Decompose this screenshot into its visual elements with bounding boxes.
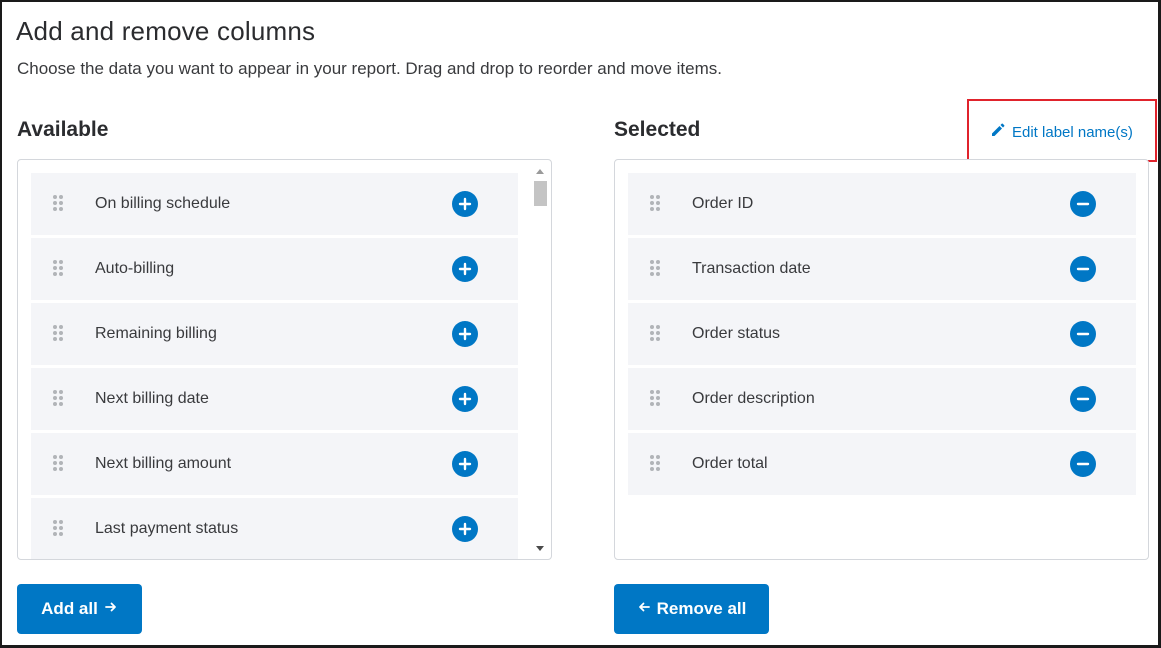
list-item[interactable]: Transaction date: [628, 238, 1136, 300]
list-item-label: Order ID: [692, 195, 754, 212]
plus-icon: [458, 197, 472, 211]
drag-handle-icon[interactable]: [650, 195, 662, 213]
available-scrollbar[interactable]: [532, 162, 549, 558]
list-item-label: On billing schedule: [95, 195, 231, 212]
edit-label-names-link[interactable]: Edit label name(s): [990, 122, 1133, 142]
list-item-label: Next billing date: [95, 390, 209, 407]
remove-item-button[interactable]: [1070, 191, 1096, 217]
drag-handle-icon[interactable]: [53, 520, 65, 538]
list-item-label: Transaction date: [692, 260, 811, 277]
minus-icon: [1076, 197, 1090, 211]
available-heading: Available: [17, 118, 109, 141]
list-item-label: Next billing amount: [95, 455, 232, 472]
drag-handle-icon[interactable]: [53, 260, 65, 278]
drag-handle-icon[interactable]: [53, 325, 65, 343]
drag-handle-icon[interactable]: [53, 195, 65, 213]
add-item-button[interactable]: [452, 516, 478, 542]
remove-all-button[interactable]: Remove all: [614, 584, 769, 634]
list-item-label: Remaining billing: [95, 325, 217, 342]
page-title: Add and remove columns: [16, 16, 316, 46]
add-item-button[interactable]: [452, 386, 478, 412]
minus-icon: [1076, 262, 1090, 276]
list-item-label: Order status: [692, 325, 781, 342]
list-item-label: Auto-billing: [95, 260, 175, 277]
minus-icon: [1076, 457, 1090, 471]
list-item[interactable]: Auto-billing: [31, 238, 518, 300]
plus-icon: [458, 392, 472, 406]
scroll-thumb[interactable]: [534, 181, 547, 206]
available-list: On billing schedule Auto-billing Remaining…: [31, 173, 518, 559]
list-item[interactable]: Remaining billing: [31, 303, 518, 365]
selected-list: Order ID Transaction date Order status Orde…: [628, 173, 1136, 498]
remove-item-button[interactable]: [1070, 451, 1096, 477]
add-item-button[interactable]: [452, 256, 478, 282]
arrow-right-icon: [104, 599, 118, 619]
drag-handle-icon[interactable]: [650, 260, 662, 278]
add-item-button[interactable]: [452, 321, 478, 347]
list-item[interactable]: Order description: [628, 368, 1136, 430]
plus-icon: [458, 457, 472, 471]
remove-all-label: Remove all: [656, 599, 747, 618]
plus-icon: [458, 522, 472, 536]
add-item-button[interactable]: [452, 451, 478, 477]
plus-icon: [458, 327, 472, 341]
remove-item-button[interactable]: [1070, 321, 1096, 347]
list-item-label: Order description: [692, 390, 815, 407]
drag-handle-icon[interactable]: [53, 390, 65, 408]
arrow-left-icon: [637, 599, 651, 619]
page-subtitle: Choose the data you want to appear in yo…: [17, 59, 722, 78]
add-item-button[interactable]: [452, 191, 478, 217]
drag-handle-icon[interactable]: [650, 390, 662, 408]
list-item[interactable]: Next billing date: [31, 368, 518, 430]
scroll-up-arrow-icon[interactable]: [536, 169, 544, 174]
drag-handle-icon[interactable]: [650, 325, 662, 343]
list-item[interactable]: Last payment status: [31, 498, 518, 559]
list-item[interactable]: Order ID: [628, 173, 1136, 235]
list-item[interactable]: Order status: [628, 303, 1136, 365]
list-item[interactable]: Next billing amount: [31, 433, 518, 495]
add-all-button[interactable]: Add all: [17, 584, 142, 634]
dialog-frame: Add and remove columns Choose the data y…: [0, 0, 1161, 648]
plus-icon: [458, 262, 472, 276]
list-item-label: Last payment status: [95, 520, 239, 537]
selected-heading: Selected: [614, 118, 701, 141]
drag-handle-icon[interactable]: [650, 455, 662, 473]
list-item[interactable]: Order total: [628, 433, 1136, 495]
drag-handle-icon[interactable]: [53, 455, 65, 473]
list-item[interactable]: On billing schedule: [31, 173, 518, 235]
pencil-icon: [990, 122, 1006, 142]
scroll-down-arrow-icon[interactable]: [536, 546, 544, 551]
minus-icon: [1076, 327, 1090, 341]
add-all-label: Add all: [41, 599, 98, 618]
edit-label-names-text: Edit label name(s): [1012, 123, 1133, 141]
selected-list-panel[interactable]: Order ID Transaction date Order status Orde…: [614, 159, 1149, 560]
list-item-label: Order total: [692, 455, 768, 472]
remove-item-button[interactable]: [1070, 256, 1096, 282]
remove-item-button[interactable]: [1070, 386, 1096, 412]
available-list-panel[interactable]: On billing schedule Auto-billing Remaining…: [17, 159, 552, 560]
minus-icon: [1076, 392, 1090, 406]
